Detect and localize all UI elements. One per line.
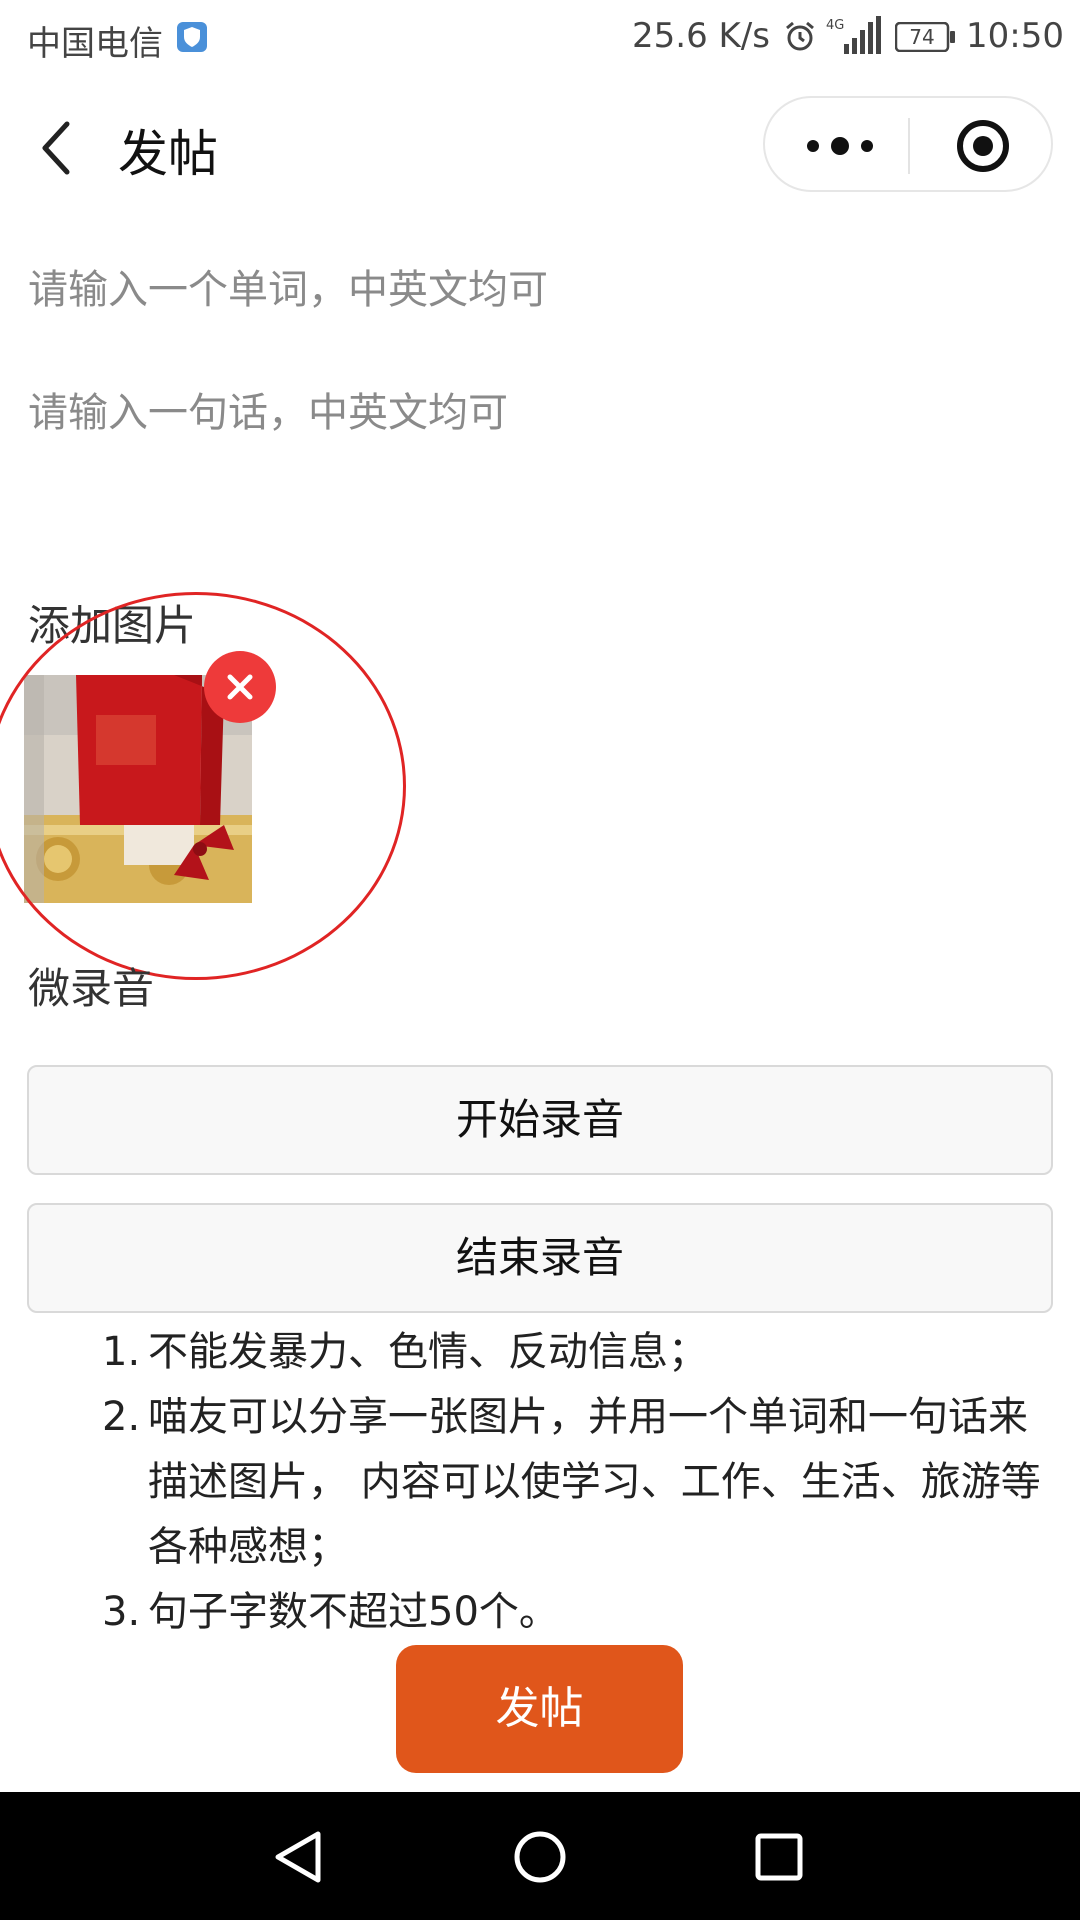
page-title: 发帖 xyxy=(118,125,218,183)
rule-text: 句子字数不超过50个。 xyxy=(148,1589,559,1635)
shield-icon xyxy=(177,22,207,52)
word-input[interactable] xyxy=(28,255,1053,325)
square-recents-icon[interactable] xyxy=(744,1822,814,1892)
start-recording-button[interactable]: 开始录音 xyxy=(27,1065,1053,1175)
sentence-input[interactable] xyxy=(28,378,1053,448)
rule-number: 1. xyxy=(102,1329,141,1375)
stop-recording-button[interactable]: 结束录音 xyxy=(27,1203,1053,1313)
submit-post-button[interactable]: 发帖 xyxy=(396,1645,683,1773)
record-section-label: 微录音 xyxy=(28,964,155,1013)
remove-image-button[interactable] xyxy=(204,651,276,723)
rule-item: 1. 不能发暴力、色情、反动信息； xyxy=(102,1320,1042,1385)
capsule-divider xyxy=(908,118,910,174)
target-circle-icon[interactable] xyxy=(935,116,1031,176)
status-time: 10:50 xyxy=(966,16,1064,56)
alarm-clock-icon xyxy=(786,21,814,51)
mini-program-capsule xyxy=(763,96,1053,192)
rule-item: 2. 喵友可以分享一张图片，并用一个单词和一句话来描述图片， 内容可以使学习、工… xyxy=(102,1385,1042,1580)
signal-strength-icon: 4G xyxy=(826,16,881,54)
network-type-label: 4G xyxy=(826,18,844,33)
close-icon xyxy=(227,674,253,700)
triangle-back-icon[interactable] xyxy=(264,1822,334,1892)
navigation-bar: 发帖 xyxy=(0,90,1080,200)
rule-text: 不能发暴力、色情、反动信息； xyxy=(148,1329,708,1375)
battery-icon: 74 xyxy=(895,22,957,52)
network-speed: 25.6 K/s xyxy=(632,16,770,56)
more-dots-icon[interactable] xyxy=(785,118,895,174)
rule-item: 3. 句子字数不超过50个。 xyxy=(102,1580,1042,1645)
posting-rules-list: 1. 不能发暴力、色情、反动信息； 2. 喵友可以分享一张图片，并用一个单词和一… xyxy=(102,1320,1042,1645)
add-image-label: 添加图片 xyxy=(28,601,197,650)
status-bar: 中国电信 25.6 K/s 4G 74 10:50 xyxy=(0,0,1080,75)
post-screen: 中国电信 25.6 K/s 4G 74 10:50 发帖 请输入一个单词，中英文… xyxy=(0,0,1080,1920)
back-chevron-icon[interactable] xyxy=(35,118,85,178)
battery-level: 74 xyxy=(909,25,935,49)
rule-number: 3. xyxy=(102,1589,141,1635)
system-navigation-bar xyxy=(0,1792,1080,1920)
rule-text: 喵友可以分享一张图片，并用一个单词和一句话来描述图片， 内容可以使学习、工作、生… xyxy=(148,1394,1041,1570)
circle-home-icon[interactable] xyxy=(505,1822,575,1892)
rule-number: 2. xyxy=(102,1394,141,1440)
carrier-name: 中国电信 xyxy=(27,24,163,64)
